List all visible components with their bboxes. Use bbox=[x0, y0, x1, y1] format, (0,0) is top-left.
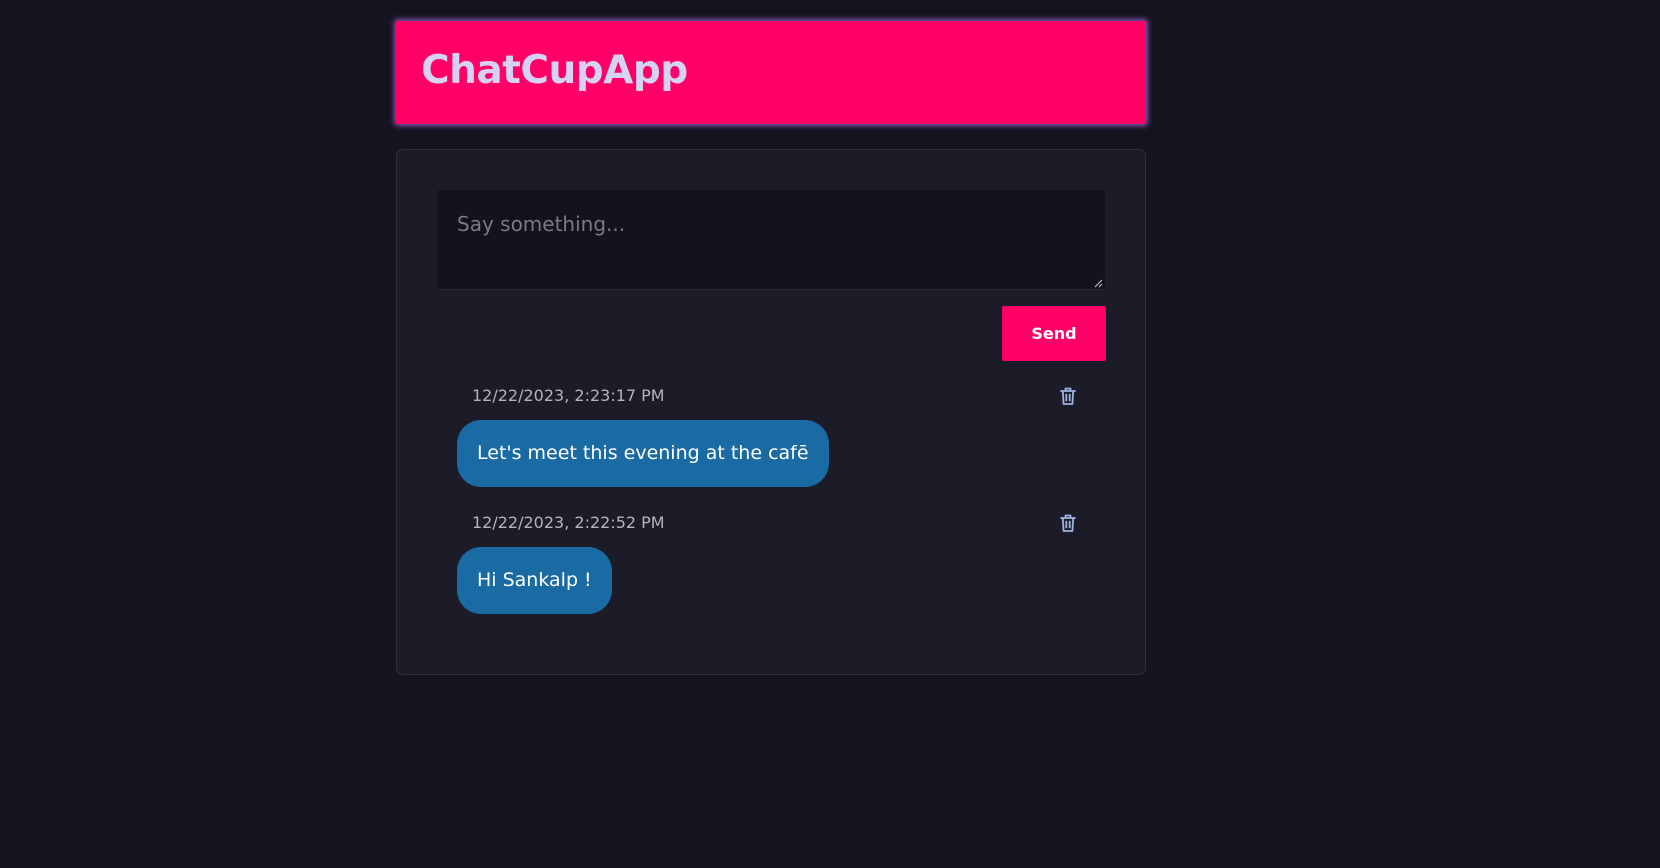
message-bubble: Hi Sankalp ! bbox=[457, 547, 612, 614]
app-title: ChatCupApp bbox=[421, 48, 688, 93]
send-button[interactable]: Send bbox=[1002, 306, 1106, 361]
message-timestamp: 12/22/2023, 2:23:17 PM bbox=[472, 386, 665, 405]
trash-icon[interactable] bbox=[1059, 513, 1077, 533]
message-bubble: Let's meet this evening at the cafē bbox=[457, 420, 829, 487]
message-timestamp: 12/22/2023, 2:22:52 PM bbox=[472, 513, 665, 532]
chat-panel: Send 12/22/2023, 2:23:17 PM Let's meet t… bbox=[396, 149, 1146, 675]
app-header: ChatCupApp bbox=[396, 21, 1146, 124]
message-input[interactable] bbox=[437, 190, 1105, 290]
resize-handle-icon[interactable] bbox=[1093, 278, 1103, 288]
trash-icon[interactable] bbox=[1059, 386, 1077, 406]
